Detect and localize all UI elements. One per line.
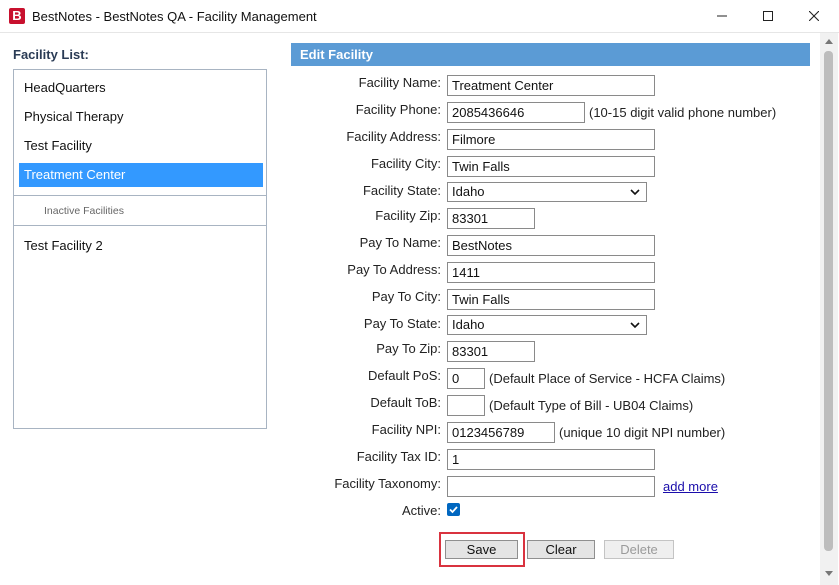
minimize-icon [717, 15, 727, 17]
facility-address-input[interactable] [447, 129, 655, 150]
facility-list: HeadQuarters Physical Therapy Test Facil… [13, 69, 267, 429]
facility-list-divider [14, 225, 266, 226]
checkmark-icon [449, 506, 458, 514]
facility-city-label: Facility City: [370, 156, 441, 171]
default-tob-input[interactable] [447, 395, 485, 416]
scroll-down-icon[interactable] [825, 571, 833, 576]
facility-npi-hint: (unique 10 digit NPI number) [559, 425, 726, 440]
facility-name-label: Facility Name: [358, 75, 441, 90]
add-more-link[interactable]: add more [663, 479, 718, 494]
facility-state-select[interactable]: Idaho [447, 182, 647, 202]
facility-city-input[interactable] [447, 156, 655, 177]
pay-to-state-value: Idaho [452, 317, 485, 332]
facility-address-label: Facility Address: [346, 129, 441, 144]
facility-phone-input[interactable] [447, 102, 585, 123]
clear-button[interactable]: Clear [527, 540, 595, 559]
close-button[interactable] [791, 0, 837, 32]
facility-taxonomy-input[interactable] [447, 476, 655, 497]
facility-list-item[interactable]: HeadQuarters [19, 76, 263, 100]
facility-list-item-inactive[interactable]: Test Facility 2 [19, 234, 263, 258]
facility-name-input[interactable] [447, 75, 655, 96]
active-label: Active: [401, 503, 441, 518]
facility-state-value: Idaho [452, 184, 485, 199]
vertical-scrollbar[interactable] [820, 33, 838, 585]
chevron-down-icon [630, 189, 640, 196]
facility-list-item[interactable]: Physical Therapy [19, 105, 263, 129]
pay-to-address-label: Pay To Address: [347, 262, 441, 277]
facility-phone-label: Facility Phone: [355, 102, 441, 117]
save-button[interactable]: Save [445, 540, 518, 559]
pay-to-name-input[interactable] [447, 235, 655, 256]
pay-to-zip-label: Pay To Zip: [376, 341, 441, 356]
facility-list-divider [14, 195, 266, 196]
facility-tax-id-input[interactable] [447, 449, 655, 470]
facility-npi-input[interactable] [447, 422, 555, 443]
close-icon [809, 11, 819, 21]
facility-zip-label: Facility Zip: [375, 208, 441, 223]
active-checkbox[interactable] [447, 503, 460, 516]
facility-list-label: Facility List: [13, 47, 89, 62]
scrollbar-thumb[interactable] [824, 51, 833, 551]
pay-to-name-label: Pay To Name: [359, 235, 441, 250]
edit-facility-header: Edit Facility [291, 43, 810, 66]
chevron-down-icon [630, 322, 640, 329]
inactive-facilities-label: Inactive Facilities [44, 205, 124, 217]
pay-to-city-input[interactable] [447, 289, 655, 310]
pay-to-state-label: Pay To State: [363, 316, 441, 331]
minimize-button[interactable] [699, 0, 745, 32]
window-title: BestNotes - BestNotes QA - Facility Mana… [32, 9, 317, 24]
title-bar: B BestNotes - BestNotes QA - Facility Ma… [0, 0, 839, 33]
default-pos-label: Default PoS: [368, 368, 441, 383]
facility-tax-id-label: Facility Tax ID: [356, 449, 441, 464]
default-pos-hint: (Default Place of Service - HCFA Claims) [489, 371, 726, 386]
facility-phone-hint: (10-15 digit valid phone number) [589, 105, 777, 120]
facility-zip-input[interactable] [447, 208, 535, 229]
pay-to-zip-input[interactable] [447, 341, 535, 362]
delete-button[interactable]: Delete [604, 540, 674, 559]
pay-to-address-input[interactable] [447, 262, 655, 283]
pay-to-city-label: Pay To City: [371, 289, 441, 304]
facility-state-label: Facility State: [362, 183, 441, 198]
dialog-content: Facility List: HeadQuarters Physical The… [0, 33, 839, 585]
facility-taxonomy-label: Facility Taxonomy: [334, 476, 441, 491]
scroll-up-icon[interactable] [825, 39, 833, 44]
facility-list-item-selected[interactable]: Treatment Center [19, 163, 263, 187]
maximize-button[interactable] [745, 0, 791, 32]
default-pos-input[interactable] [447, 368, 485, 389]
facility-list-item[interactable]: Test Facility [19, 134, 263, 158]
default-tob-label: Default ToB: [370, 395, 441, 410]
pay-to-state-select[interactable]: Idaho [447, 315, 647, 335]
maximize-icon [763, 11, 773, 21]
bestnotes-logo-icon: B [9, 8, 25, 24]
default-tob-hint: (Default Type of Bill - UB04 Claims) [489, 398, 694, 413]
facility-npi-label: Facility NPI: [371, 422, 441, 437]
